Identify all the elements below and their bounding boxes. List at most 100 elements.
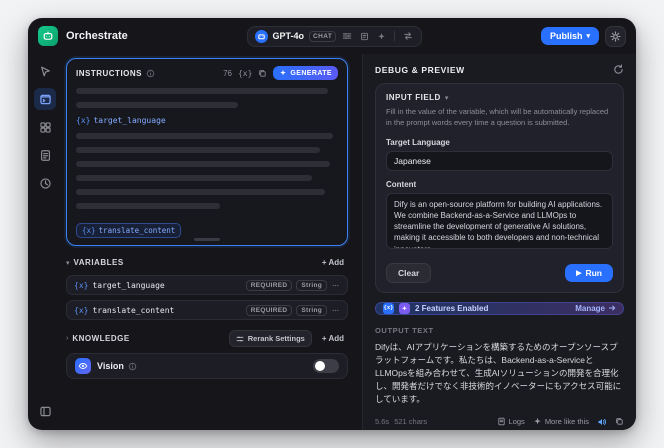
variable-menu-icon[interactable]	[331, 281, 340, 290]
swap-model-icon[interactable]	[402, 30, 414, 42]
content-textarea[interactable]: Dify is an open-source platform for buil…	[386, 192, 613, 249]
sliders-icon	[236, 336, 244, 341]
skeleton-line	[76, 175, 312, 181]
instructions-editor[interactable]: INSTRUCTIONS 76 {x} GENERATE {x} target_…	[66, 58, 348, 246]
publish-label: Publish	[549, 31, 583, 41]
vision-toggle[interactable]	[313, 359, 339, 373]
model-name: GPT-4o	[272, 31, 305, 41]
variable-feature-icon: {x}	[383, 302, 394, 314]
nav-orchestrate-icon[interactable]	[34, 88, 56, 110]
insert-variable-icon[interactable]: {x}	[238, 69, 252, 78]
variable-icon: {x}	[74, 280, 89, 290]
run-label: Run	[585, 267, 602, 278]
features-enabled-text: 2 Features Enabled	[415, 303, 489, 313]
output-chars: 521 chars	[394, 417, 428, 427]
sparkle-icon[interactable]	[375, 30, 387, 42]
debug-preview-panel: DEBUG & PREVIEW INPUT FIELD ▾ Fill in th…	[362, 54, 636, 430]
output-footer: 5.6s 521 chars Logs More like this	[375, 417, 624, 427]
nav-pointer-icon[interactable]	[34, 60, 56, 82]
skeleton-line	[76, 133, 333, 139]
refresh-icon[interactable]	[613, 64, 624, 75]
copy-output-button[interactable]	[615, 417, 624, 426]
clear-button[interactable]: Clear	[386, 262, 432, 283]
model-mode-badge: CHAT	[309, 30, 337, 42]
chevron-down-icon[interactable]: ▾	[66, 259, 70, 267]
type-badge: String	[296, 279, 327, 291]
publish-button[interactable]: Publish ▾	[540, 27, 599, 45]
chevron-right-icon[interactable]: ›	[66, 335, 68, 342]
target-language-label: Target Language	[386, 137, 450, 147]
output-text: Difyは、AIアプリケーションを構築するためのオープンソースプラットフォームで…	[375, 341, 622, 405]
logs-icon	[497, 417, 505, 426]
skeleton-line	[76, 102, 239, 108]
more-like-this-button[interactable]: More like this	[533, 417, 589, 426]
nav-history-icon[interactable]	[34, 172, 56, 194]
settings-button[interactable]	[604, 25, 626, 47]
content-label: Content	[386, 179, 417, 189]
info-icon	[146, 69, 155, 77]
run-button[interactable]: ▶ Run	[565, 263, 613, 282]
required-badge: REQUIRED	[245, 304, 293, 316]
model-selector[interactable]: GPT-4o CHAT	[246, 25, 423, 47]
speak-button[interactable]	[597, 417, 607, 427]
vision-icon	[75, 358, 91, 374]
variable-row[interactable]: {x} target_language REQUIRED String	[66, 275, 348, 295]
sparkle-icon	[280, 69, 287, 76]
rerank-settings-button[interactable]: Rerank Settings	[228, 330, 312, 347]
model-icon	[254, 29, 268, 43]
app-window: Orchestrate GPT-4o CHAT Publish ▾ INSTRU…	[28, 18, 636, 430]
manage-features-link[interactable]: Manage	[575, 304, 616, 313]
instructions-title: INSTRUCTIONS	[76, 68, 142, 78]
input-field-description: Fill in the value of the variable, which…	[386, 107, 609, 127]
chevron-down-icon: ▾	[444, 94, 449, 102]
copy-icon[interactable]	[258, 69, 267, 78]
variable-menu-icon[interactable]	[331, 306, 340, 315]
page-title: Orchestrate	[66, 30, 128, 42]
prompt-log-icon[interactable]	[358, 30, 370, 42]
app-logo-icon[interactable]	[38, 26, 58, 46]
variable-token-chip[interactable]: {x} translate_content	[76, 223, 182, 238]
vision-feature-icon	[399, 302, 410, 314]
target-language-input[interactable]	[386, 150, 613, 171]
knowledge-header: › KNOWLEDGE Rerank Settings + Add	[66, 330, 348, 347]
variable-icon: {x}	[82, 226, 96, 235]
nav-annotations-icon[interactable]	[34, 144, 56, 166]
variable-name: target_language	[92, 280, 165, 290]
variables-header: ▾ VARIABLES + Add	[66, 256, 348, 269]
variables-title: VARIABLES	[73, 258, 124, 267]
nav-logs-icon[interactable]	[34, 116, 56, 138]
features-bar[interactable]: {x} 2 Features Enabled Manage	[375, 301, 624, 315]
skeleton-line	[76, 189, 325, 195]
add-knowledge-button[interactable]: + Add	[318, 332, 348, 345]
play-icon: ▶	[576, 269, 582, 277]
more-like-this-label: More like this	[544, 417, 589, 427]
generate-label: GENERATE	[290, 69, 332, 77]
input-field-title: INPUT FIELD	[386, 93, 441, 102]
variable-name: translate_content	[92, 305, 175, 315]
required-badge: REQUIRED	[245, 279, 293, 291]
toggle-knob	[315, 361, 325, 371]
orchestrate-panel: INSTRUCTIONS 76 {x} GENERATE {x} target_…	[62, 54, 362, 430]
variable-row[interactable]: {x} translate_content REQUIRED String	[66, 300, 348, 320]
prompt-text: {x} target_language {x} translate_conten…	[76, 88, 338, 238]
logs-label: Logs	[508, 417, 525, 427]
vision-card: Vision	[66, 353, 348, 379]
vision-label: Vision	[97, 361, 124, 371]
output-time: 5.6s	[375, 417, 390, 427]
manage-label: Manage	[575, 303, 605, 313]
variable-token-label: target_language	[93, 116, 166, 125]
skeleton-line	[76, 88, 328, 94]
generate-button[interactable]: GENERATE	[273, 66, 338, 80]
skeleton-line	[76, 161, 331, 167]
sliders-icon[interactable]	[341, 30, 353, 42]
logs-button[interactable]: Logs	[497, 417, 525, 426]
add-variable-button[interactable]: + Add	[318, 256, 348, 269]
left-nav-rail	[28, 54, 62, 430]
chevron-down-icon: ▾	[586, 32, 590, 40]
input-field-header[interactable]: INPUT FIELD ▾	[386, 93, 613, 102]
rerank-label: Rerank Settings	[247, 334, 305, 343]
collapse-panel-icon[interactable]	[34, 400, 56, 422]
arrow-right-icon	[608, 305, 616, 311]
resize-handle[interactable]	[194, 238, 220, 241]
variable-token-label: translate_content	[98, 226, 176, 235]
